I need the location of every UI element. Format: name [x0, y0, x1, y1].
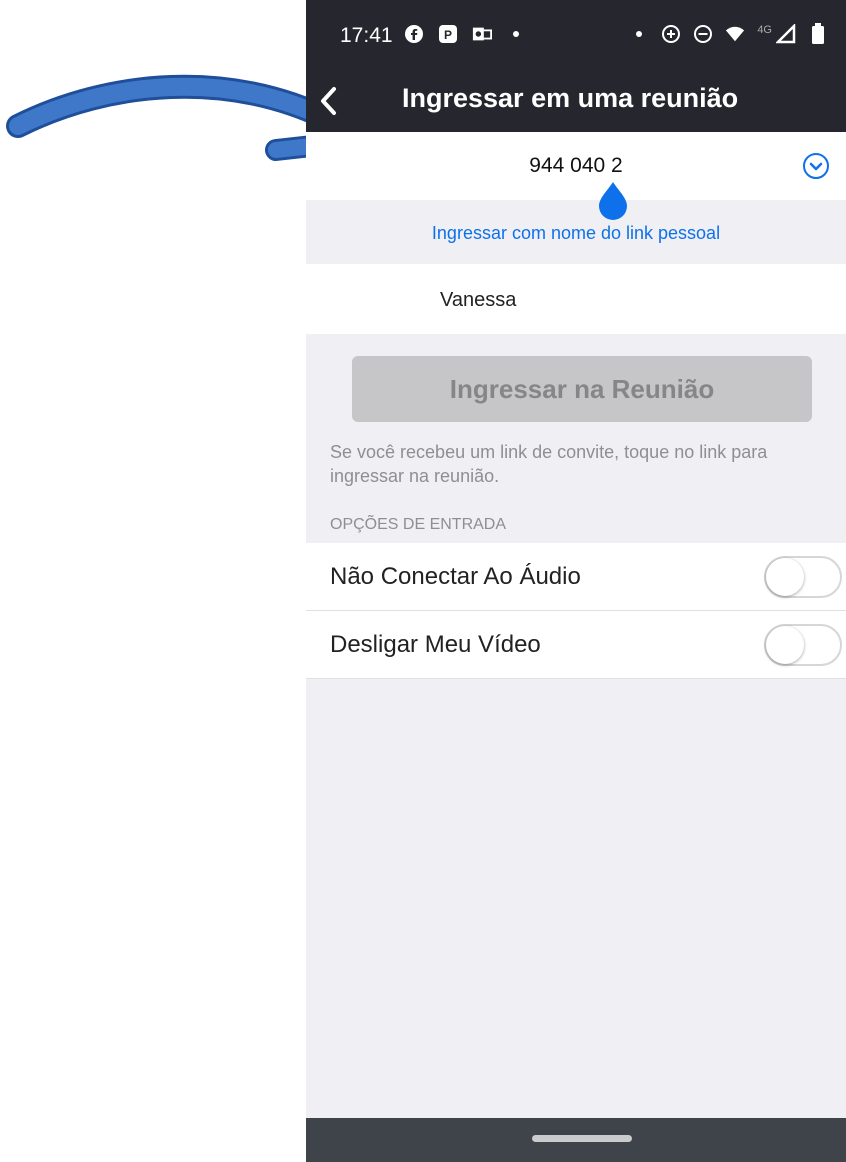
status-bar: 17:41 P 4G	[306, 0, 846, 70]
wifi-icon	[725, 24, 745, 44]
audio-toggle[interactable]	[764, 556, 842, 598]
meeting-history-button[interactable]	[802, 152, 830, 180]
option-row-video: Desligar Meu Vídeo	[306, 611, 846, 679]
phone-screen: 17:41 P 4G Ingressar em uma reunião 944 …	[306, 0, 846, 1162]
personal-link-row: Ingressar com nome do link pessoal	[306, 200, 846, 264]
toggle-knob	[766, 558, 804, 596]
pinterest-icon: P	[438, 24, 458, 44]
back-button[interactable]	[318, 84, 348, 118]
system-navigation-bar	[306, 1118, 846, 1162]
display-name-field[interactable]: Vanessa	[306, 264, 846, 334]
status-time: 17:41	[340, 24, 393, 47]
network-type: 4G	[757, 24, 772, 36]
join-with-personal-link[interactable]: Ingressar com nome do link pessoal	[306, 223, 846, 244]
join-meeting-button[interactable]: Ingressar na Reunião	[352, 356, 812, 422]
meeting-id-value[interactable]: 944 040 2	[306, 154, 846, 178]
display-name-value[interactable]: Vanessa	[440, 289, 516, 312]
join-options-header: OPÇÕES DE ENTRADA	[330, 516, 507, 533]
option-label-audio: Não Conectar Ao Áudio	[330, 563, 581, 590]
dot-icon	[629, 24, 649, 44]
system-icons: 4G	[629, 23, 828, 44]
join-meeting-label: Ingressar na Reunião	[449, 373, 715, 404]
option-label-video: Desligar Meu Vídeo	[330, 631, 541, 658]
chevron-down-icon	[809, 162, 823, 171]
invite-link-hint: Se você recebeu um link de convite, toqu…	[330, 442, 768, 486]
outlook-icon	[472, 24, 492, 44]
dot-icon	[506, 24, 526, 44]
toggle-knob	[766, 626, 804, 664]
page-title: Ingressar em uma reunião	[402, 83, 739, 113]
data-saver-icon	[661, 24, 681, 44]
home-gesture-handle[interactable]	[532, 1135, 632, 1142]
signal-icon	[776, 24, 796, 44]
facebook-icon	[404, 24, 424, 44]
do-not-disturb-icon	[693, 24, 713, 44]
meeting-id-field[interactable]: 944 040 2	[306, 132, 846, 220]
chevron-left-icon	[321, 87, 336, 115]
option-row-audio: Não Conectar Ao Áudio	[306, 543, 846, 611]
battery-icon	[808, 23, 828, 44]
notification-icons: P	[404, 24, 526, 44]
svg-text:P: P	[444, 28, 452, 42]
video-toggle[interactable]	[764, 624, 842, 666]
navigation-bar: Ingressar em uma reunião	[306, 70, 846, 132]
